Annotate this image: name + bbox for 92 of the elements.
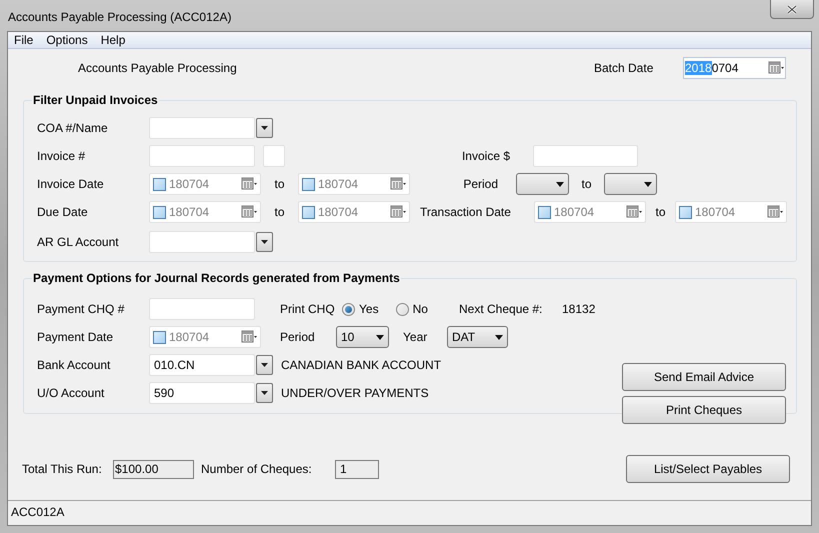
caret-icon	[495, 334, 503, 340]
field-label: Total This Run:	[22, 461, 103, 478]
checkbox[interactable]	[302, 178, 315, 190]
radio-button[interactable]	[396, 302, 409, 316]
range-label: to	[273, 204, 286, 221]
field-label: Next Cheque #:	[459, 301, 544, 318]
range-label: to	[580, 176, 592, 193]
range-label: to	[273, 176, 286, 193]
date-field[interactable]: 180704	[149, 326, 261, 348]
caret-icon	[261, 240, 268, 244]
checkbox[interactable]	[538, 206, 551, 218]
account-description: UNDER/OVER PAYMENTS	[281, 385, 429, 402]
calendar-icon[interactable]	[241, 330, 257, 344]
caret-icon	[261, 126, 268, 130]
field-label: COA #/Name	[37, 120, 109, 137]
calendar-icon[interactable]	[241, 177, 257, 191]
field-label: Invoice $	[460, 148, 511, 165]
date-field[interactable]: 180704	[149, 173, 261, 195]
account-description: CANADIAN BANK ACCOUNT	[281, 357, 442, 374]
menu-item[interactable]: Options	[46, 32, 88, 48]
checkbox[interactable]	[302, 206, 315, 218]
date-field[interactable]: 180704	[534, 201, 646, 223]
field-label: Batch Date	[594, 60, 654, 76]
total-display: $100.00	[113, 460, 194, 478]
radio-option[interactable]: No	[396, 300, 428, 318]
caret-icon	[261, 391, 268, 395]
field-label: Invoice #	[37, 148, 86, 165]
combo-box[interactable]	[516, 173, 569, 195]
input-field[interactable]	[149, 145, 255, 167]
field-label: U/O Account	[37, 385, 106, 402]
cheque-number: 18132	[562, 301, 596, 318]
field-label: AR GL Account	[37, 234, 120, 251]
field-label: Period	[462, 176, 499, 193]
caret-icon	[556, 182, 564, 186]
field-label: Number of Cheques:	[201, 461, 313, 478]
input-field[interactable]	[263, 145, 285, 167]
form-title: Accounts Payable Processing	[78, 60, 238, 76]
dropdown-button[interactable]	[256, 355, 273, 375]
field-label: Due Date	[37, 204, 89, 221]
input-field[interactable]	[149, 117, 255, 139]
action-button[interactable]: List/Select Payables	[626, 455, 790, 483]
date-field[interactable]: 180704	[298, 173, 410, 195]
input-field[interactable]	[149, 231, 255, 253]
input-field[interactable]	[149, 298, 255, 320]
field-label: Year	[403, 329, 428, 346]
close-button[interactable]	[770, 0, 814, 19]
combo-box[interactable]: DAT	[447, 326, 508, 348]
field-label: Transaction Date	[419, 204, 512, 221]
checkbox[interactable]	[679, 206, 692, 218]
close-icon	[787, 4, 797, 14]
calendar-icon[interactable]	[390, 205, 406, 219]
calendar-icon[interactable]	[768, 60, 784, 74]
menu-item[interactable]: Help	[100, 32, 126, 48]
field-label: Bank Account	[37, 357, 112, 374]
action-button[interactable]: Send Email Advice	[622, 363, 786, 391]
checkbox[interactable]	[153, 330, 166, 344]
checkbox[interactable]	[153, 206, 166, 218]
date-field[interactable]: 180704	[149, 201, 261, 223]
date-field[interactable]: 20180704	[683, 56, 786, 78]
date-field[interactable]: 180704	[298, 201, 410, 223]
calendar-icon[interactable]	[767, 205, 783, 219]
group-title: Payment Options for Journal Records generated from Payments	[32, 270, 401, 286]
field-label: Payment Date	[37, 329, 114, 346]
dropdown-button[interactable]	[256, 118, 273, 138]
field-label: Payment CHQ #	[37, 301, 126, 318]
radio-button[interactable]	[342, 302, 355, 316]
caret-icon	[261, 363, 268, 367]
menu-item[interactable]: File	[14, 32, 34, 48]
dropdown-button[interactable]	[256, 232, 273, 252]
checkbox[interactable]	[153, 178, 166, 190]
status-bar: ACC012A	[8, 500, 811, 523]
group-title: Filter Unpaid Invoices	[32, 92, 159, 108]
field-label: Print CHQ	[280, 301, 336, 318]
field-label: Invoice Date	[37, 176, 105, 193]
input-field[interactable]: 590	[149, 382, 255, 404]
input-field[interactable]: 010.CN	[149, 354, 255, 376]
radio-option[interactable]: Yes	[342, 300, 379, 318]
combo-box[interactable]	[604, 173, 657, 195]
calendar-icon[interactable]	[626, 205, 642, 219]
count-display: 1	[335, 460, 379, 478]
range-label: to	[654, 204, 666, 221]
dropdown-button[interactable]	[256, 383, 273, 403]
calendar-icon[interactable]	[390, 177, 406, 191]
field-label: Period	[280, 329, 316, 346]
date-field[interactable]: 180704	[675, 201, 787, 223]
combo-box[interactable]: 10	[336, 326, 389, 348]
window-title: Accounts Payable Processing (ACC012A)	[8, 9, 232, 26]
calendar-icon[interactable]	[241, 205, 257, 219]
caret-icon	[644, 182, 652, 186]
input-field[interactable]	[533, 145, 638, 167]
action-button[interactable]: Print Cheques	[622, 396, 786, 424]
caret-icon	[376, 334, 384, 340]
